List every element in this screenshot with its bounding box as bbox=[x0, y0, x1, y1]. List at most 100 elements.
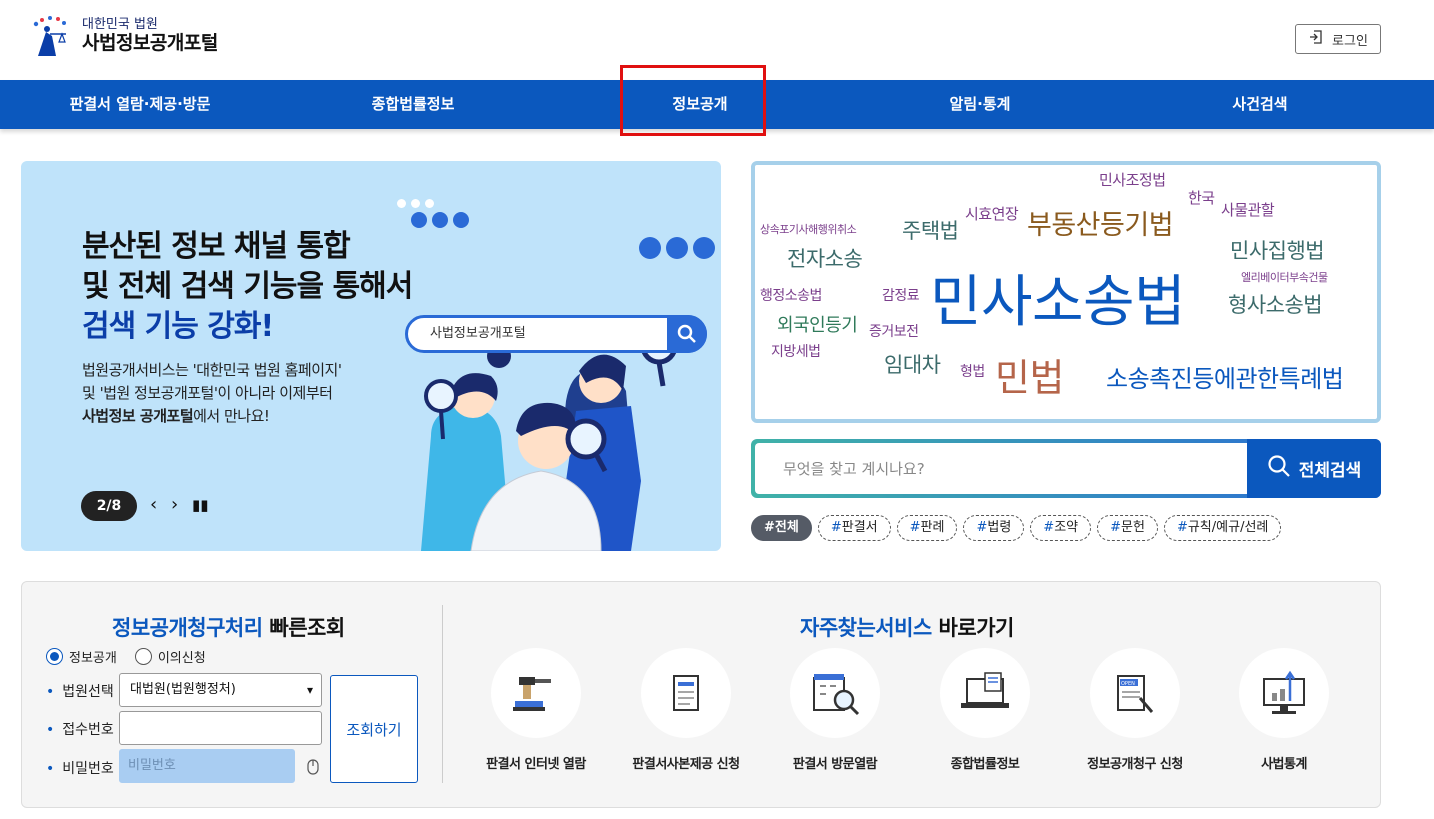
court-select[interactable]: 대법원(법원행정처) ▾ bbox=[119, 673, 322, 707]
tag-all[interactable]: #전체 bbox=[751, 515, 812, 541]
keyword[interactable]: 한국 bbox=[1188, 187, 1215, 208]
next-slide-icon[interactable]: › bbox=[171, 494, 178, 515]
keyword[interactable]: 지방세법 bbox=[771, 341, 821, 361]
service-judgment-online[interactable]: 판결서 인터넷 열람 bbox=[461, 648, 611, 772]
nav-item-legal-info[interactable]: 종합법률정보 bbox=[313, 80, 513, 129]
keyword[interactable]: 전자소송 bbox=[787, 243, 863, 273]
keyword[interactable]: 형법 bbox=[960, 361, 985, 381]
service-label: 종합법률정보 bbox=[950, 757, 1020, 772]
keyword[interactable]: 행정소송법 bbox=[760, 285, 822, 305]
nav-item-judgment[interactable]: 판결서 열람·제공·방문 bbox=[40, 80, 240, 129]
keyword-top[interactable]: 민사소송법 bbox=[930, 257, 1186, 338]
banner-search-box: 사법정보공개포털 bbox=[405, 315, 707, 353]
radio-info-disclosure-label: 정보공개 bbox=[69, 651, 117, 666]
service-copy-request[interactable]: 판결서사본제공 신청 bbox=[611, 648, 761, 772]
services-title-blue: 자주찾는서비스 bbox=[800, 616, 932, 640]
tag-label: 규칙/예규/선례 bbox=[1187, 520, 1269, 535]
keyword[interactable]: 주택법 bbox=[902, 215, 959, 245]
banner-desc-bold: 사법정보 공개포털 bbox=[82, 407, 194, 425]
gavel-icon bbox=[491, 648, 581, 738]
service-label: 정보공개청구 신청 bbox=[1087, 757, 1183, 772]
service-visit-reading[interactable]: 판결서 방문열람 bbox=[760, 648, 910, 772]
keyword[interactable]: 증거보전 bbox=[869, 321, 919, 341]
tag-judgment[interactable]: #판결서 bbox=[817, 515, 891, 541]
radio-objection[interactable] bbox=[134, 648, 152, 665]
keyword[interactable]: 사물관할 bbox=[1221, 199, 1275, 220]
service-label: 판결서 인터넷 열람 bbox=[486, 757, 586, 772]
keyword[interactable]: 엘리베이터부속건물 bbox=[1241, 269, 1328, 285]
tag-treaty[interactable]: #조약 bbox=[1030, 515, 1092, 541]
decorative-dots-2 bbox=[639, 237, 716, 263]
prev-slide-icon[interactable]: ‹ bbox=[150, 494, 157, 515]
court-select-value: 대법원(법원행정처) bbox=[130, 682, 236, 697]
keyword[interactable]: 소송촉진등에관한특례법 bbox=[1106, 359, 1344, 394]
tag-label: 전체 bbox=[774, 520, 799, 535]
global-search-label: 전체검색 bbox=[1298, 461, 1362, 481]
open-document-icon: OPEN bbox=[1090, 648, 1180, 738]
tag-label: 판례 bbox=[920, 520, 945, 535]
login-button[interactable]: 로그인 bbox=[1295, 24, 1381, 54]
query-button[interactable]: 조회하기 bbox=[330, 675, 418, 783]
request-type-radios: 정보공개 이의신청 bbox=[46, 647, 206, 666]
keyword[interactable]: 민법 bbox=[995, 347, 1064, 402]
chevron-down-icon: ▾ bbox=[306, 683, 313, 697]
nav-item-notice-stats[interactable]: 알림·통계 bbox=[880, 80, 1080, 129]
banner-title: 분산된 정보 채널 통합 및 전체 검색 기능을 통해서 검색 기능 강화! bbox=[82, 227, 413, 347]
login-icon bbox=[1308, 29, 1324, 49]
tag-precedent[interactable]: #판례 bbox=[896, 515, 958, 541]
service-statistics[interactable]: 사법통계 bbox=[1209, 648, 1359, 772]
keyword-cloud: 민사조정법 한국 사물관할 시효연장 부동산등기법 상속포기사해행위취소 주택법… bbox=[751, 161, 1381, 423]
statistics-monitor-icon bbox=[1239, 648, 1329, 738]
tag-literature[interactable]: #문헌 bbox=[1097, 515, 1158, 541]
keyword[interactable]: 민사집행법 bbox=[1230, 235, 1325, 265]
virtual-keyboard-icon[interactable] bbox=[306, 758, 320, 780]
keyword[interactable]: 상속포기사해행위취소 bbox=[760, 221, 857, 237]
banner-desc-rest: 에서 만나요! bbox=[193, 407, 270, 425]
receipt-number-input[interactable] bbox=[119, 711, 322, 745]
keyword[interactable]: 민사조정법 bbox=[1099, 169, 1166, 190]
keyword[interactable]: 감정료 bbox=[882, 285, 920, 305]
laptop-icon bbox=[940, 648, 1030, 738]
tag-label: 조약 bbox=[1054, 520, 1079, 535]
keyword[interactable]: 임대차 bbox=[884, 349, 941, 379]
search-icon bbox=[1267, 454, 1291, 483]
slide-counter: 2/8 bbox=[81, 491, 137, 521]
document-icon bbox=[641, 648, 731, 738]
tag-label: 문헌 bbox=[1121, 520, 1145, 535]
global-search-input[interactable] bbox=[755, 443, 1247, 494]
court-select-label: 법원선택 bbox=[46, 681, 114, 701]
receipt-number-label: 접수번호 bbox=[46, 719, 114, 739]
tag-label: 법령 bbox=[987, 520, 1012, 535]
radio-objection-label: 이의신청 bbox=[157, 651, 206, 666]
panel-divider bbox=[442, 605, 443, 783]
tag-rules[interactable]: #규칙/예규/선례 bbox=[1163, 515, 1282, 541]
service-legal-info[interactable]: 종합법률정보 bbox=[910, 648, 1060, 772]
keyword[interactable]: 외국인등기 bbox=[777, 311, 858, 337]
banner-desc-line2: 및 '법원 정보공개포털'이 아니라 이제부터 bbox=[82, 384, 333, 402]
tag-statute[interactable]: #법령 bbox=[963, 515, 1025, 541]
password-input[interactable]: 비밀번호 bbox=[119, 749, 295, 783]
logo-subtitle: 대한민국 법원 bbox=[82, 17, 158, 32]
highlight-box bbox=[620, 65, 766, 136]
quick-title-rest: 빠른조회 bbox=[262, 616, 345, 640]
keyword[interactable]: 형사소송법 bbox=[1228, 289, 1323, 319]
pause-icon[interactable]: ▮▮ bbox=[192, 496, 209, 514]
svg-text:OPEN: OPEN bbox=[1121, 681, 1135, 687]
radio-info-disclosure[interactable] bbox=[46, 648, 63, 665]
banner-title-line1: 분산된 정보 채널 통합 bbox=[82, 229, 351, 264]
service-disclosure-request[interactable]: OPEN 정보공개청구 신청 bbox=[1060, 648, 1210, 772]
service-label: 사법통계 bbox=[1261, 757, 1307, 772]
nav-item-case-search[interactable]: 사건검색 bbox=[1160, 80, 1360, 129]
keyword[interactable]: 시효연장 bbox=[965, 203, 1019, 224]
keyword[interactable]: 부동산등기법 bbox=[1027, 203, 1174, 242]
banner-search-icon bbox=[667, 315, 707, 353]
search-category-tags: #전체 #판결서 #판례 #법령 #조약 #문헌 #규칙/예규/선례 bbox=[751, 515, 1282, 541]
banner-description: 법원공개서비스는 '대한민국 법원 홈페이지' 및 '법원 정보공개포털'이 아… bbox=[82, 359, 342, 428]
banner-title-line2: 및 전체 검색 기능을 통해서 bbox=[82, 269, 413, 304]
global-search-button[interactable]: 전체검색 bbox=[1247, 439, 1381, 498]
promo-banner[interactable]: 분산된 정보 채널 통합 및 전체 검색 기능을 통해서 검색 기능 강화! 법… bbox=[21, 161, 721, 551]
site-logo[interactable]: 대한민국 법원 사법정보공개포털 bbox=[28, 12, 218, 60]
tag-label: 판결서 bbox=[841, 520, 878, 535]
quick-title-blue: 정보공개청구처리 bbox=[112, 616, 263, 640]
quick-lookup-title: 정보공개청구처리 빠른조회 bbox=[112, 612, 345, 642]
